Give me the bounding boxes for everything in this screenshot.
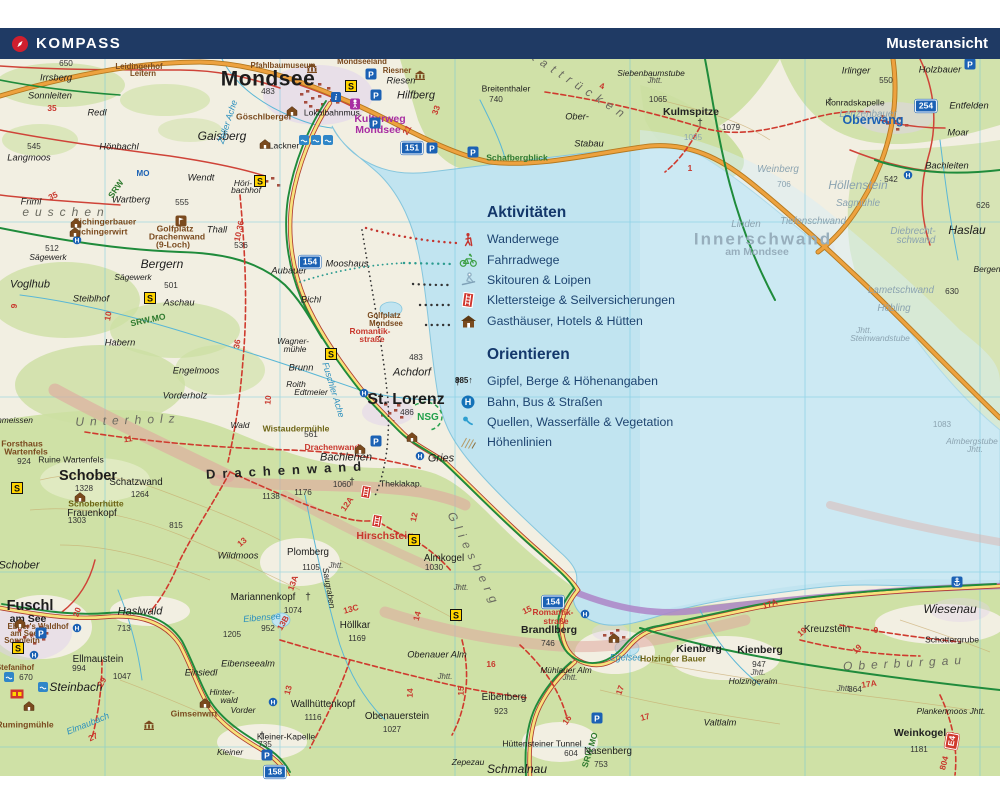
kompass-sample-page: KOMPASS Musteransicht (0, 0, 1000, 800)
legend-activity-item: Gasthäuser, Hotels & Hütten (455, 311, 675, 331)
legend-activity-label: Gasthäuser, Hotels & Hütten (487, 314, 643, 328)
legend-orientation-label: Gipfel, Berge & Höhenangaben (487, 374, 658, 388)
page-title: Musteransicht (886, 35, 988, 52)
legend-orientation: Orientieren 885↑ † Gipfel, Berge & Höhena… (455, 346, 673, 453)
legend-orientation-title: Orientieren (487, 346, 673, 364)
transit-icon: H (455, 395, 481, 409)
summit-icon: 885↑ † (455, 379, 481, 383)
legend-activity-item: Klettersteige & Seilversicherungen (455, 290, 675, 310)
legend-orientation-label: Quellen, Wasserfälle & Vegetation (487, 415, 673, 429)
legend-activity-item: Wanderwege (455, 229, 675, 249)
ferrata-icon (455, 292, 481, 308)
header-bar: KOMPASS Musteransicht (0, 28, 1000, 59)
legend-activities-title: Aktivitäten (487, 204, 675, 222)
bike-icon (455, 253, 481, 267)
legend-orientation-label: Höhenlinien (487, 435, 552, 449)
svg-text:H: H (465, 397, 472, 407)
legend-activity-item: Fahrradwege (455, 249, 675, 269)
ski-icon (455, 272, 481, 287)
legend-orientation-item: Quellen, Wasserfälle & Vegetation (455, 412, 673, 432)
legend-orientation-item: 885↑ † Gipfel, Berge & Höhenangaben (455, 371, 673, 391)
legend-orientation-item: H Bahn, Bus & Straßen (455, 391, 673, 411)
kompass-logo: KOMPASS (12, 35, 121, 52)
legend-activity-label: Fahrradwege (487, 253, 559, 267)
spring-icon (455, 415, 481, 428)
legend-orientation-item: Höhenlinien (455, 432, 673, 452)
legend-activities: Aktivitäten Wanderwege Fahrradwege Skitour… (455, 204, 675, 331)
legend-orientation-label: Bahn, Bus & Straßen (487, 395, 603, 409)
hiker-icon (455, 232, 481, 247)
brand-name: KOMPASS (36, 35, 121, 52)
legend-activity-label: Skitouren & Loipen (487, 273, 591, 287)
legend-activity-item: Skitouren & Loipen (455, 270, 675, 290)
legend-activity-label: Wanderwege (487, 232, 559, 246)
legend-activity-label: Klettersteige & Seilversicherungen (487, 293, 675, 307)
hut-icon (455, 314, 481, 328)
compass-icon (12, 36, 28, 52)
contours-icon (455, 436, 481, 449)
